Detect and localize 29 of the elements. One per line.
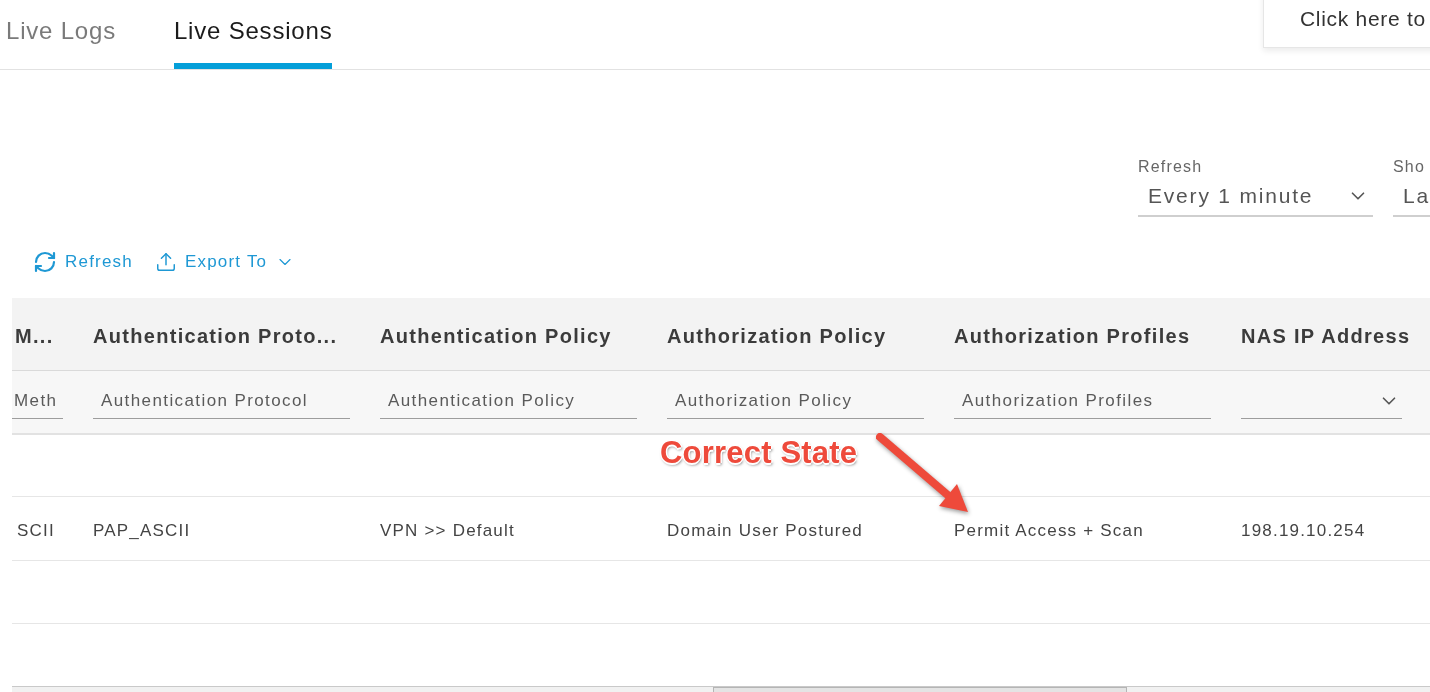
filter-input[interactable]: Authentication Policy <box>380 383 637 419</box>
column-header[interactable]: Authentication Policy <box>380 324 612 348</box>
table-cell: Permit Access + Scan <box>954 520 1144 541</box>
column-header[interactable]: NAS IP Address <box>1241 324 1411 348</box>
column-header[interactable]: Authorization Policy <box>667 324 887 348</box>
filter-input[interactable]: Authorization Policy <box>667 383 924 419</box>
notification-link[interactable]: Click here to <box>1300 7 1426 31</box>
table-cell: Domain User Postured <box>667 520 863 541</box>
dropdown[interactable]: La <box>1393 177 1430 217</box>
filter-input[interactable]: Authorization Profiles <box>954 383 1211 419</box>
refresh-icon <box>33 250 57 274</box>
table-cell: PAP_ASCII <box>93 520 191 541</box>
horizontal-scrollbar[interactable] <box>12 686 1430 692</box>
column-header[interactable]: Authentication Proto... <box>93 324 338 348</box>
column-header[interactable]: Authorization Profiles <box>954 324 1191 348</box>
dropdown[interactable]: Every 1 minute <box>1138 177 1373 217</box>
upload-icon <box>154 251 177 273</box>
filter-input[interactable]: Authentication Protocol <box>93 383 350 419</box>
field-label: Refresh <box>1138 157 1203 177</box>
column-header[interactable]: M... <box>15 324 54 348</box>
table-cell: 198.19.10.254 <box>1241 520 1366 541</box>
annotation-label: Correct State <box>660 435 858 471</box>
tab[interactable]: Live Logs <box>6 0 116 69</box>
field-label: Sho <box>1393 157 1426 177</box>
tab[interactable]: Live Sessions <box>173 0 333 69</box>
table-cell: VPN >> Default <box>380 520 515 541</box>
filter-input[interactable]: Meth <box>12 383 63 419</box>
table-cell: SCII <box>17 520 55 541</box>
scrollbar-thumb[interactable] <box>713 687 1127 692</box>
